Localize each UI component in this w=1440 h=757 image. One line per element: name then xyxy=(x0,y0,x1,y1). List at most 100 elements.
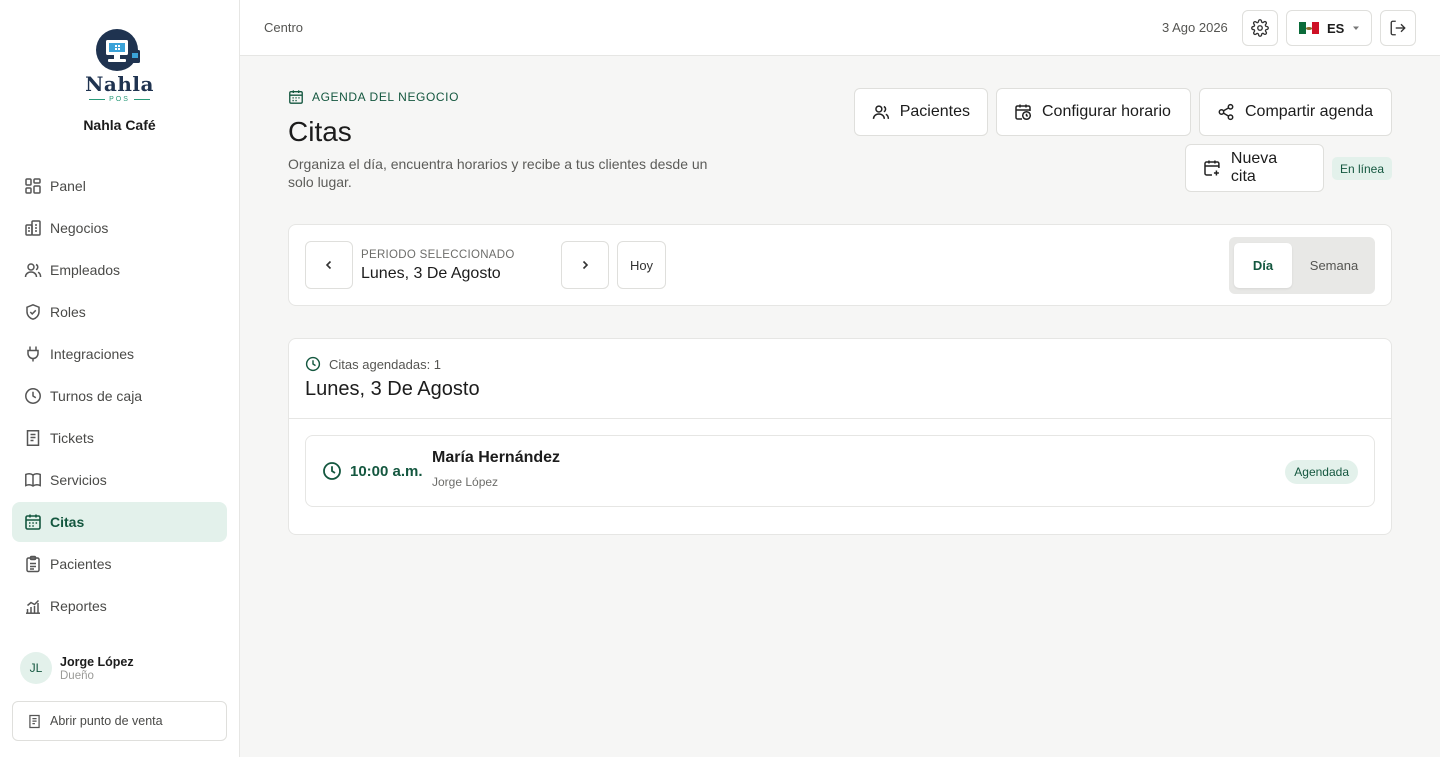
configure-schedule-button[interactable]: Configurar horario xyxy=(996,88,1191,136)
next-period-button[interactable] xyxy=(561,241,609,289)
sidebar-item-integraciones[interactable]: Integraciones xyxy=(12,334,227,374)
sidebar-item-label: Turnos de caja xyxy=(50,388,143,404)
sidebar-item-label: Reportes xyxy=(50,598,107,614)
logo-sub: POS xyxy=(89,96,150,103)
page-title: Citas xyxy=(288,116,352,147)
clock-icon xyxy=(305,356,321,372)
sidebar-item-pacientes[interactable]: Pacientes xyxy=(12,544,227,584)
topbar: Centro 3 Ago 2026 ES xyxy=(240,0,1440,56)
online-status-badge: En línea xyxy=(1332,157,1393,180)
open-pos-label: Abrir punto de venta xyxy=(50,714,163,728)
logo[interactable]: Nahla POS xyxy=(0,28,239,103)
user-name: Jorge López xyxy=(60,654,134,669)
view-week-option[interactable]: Semana xyxy=(1297,243,1371,288)
plug-icon xyxy=(27,346,39,362)
mexico-flag-icon xyxy=(1299,22,1320,34)
appointment-time: 10:00 a.m. xyxy=(350,463,423,480)
status-badge: Agendada xyxy=(1285,460,1358,484)
logout-button[interactable] xyxy=(1380,10,1416,46)
clock-icon xyxy=(25,388,41,404)
sidebar-item-label: Pacientes xyxy=(50,556,112,572)
share-agenda-button[interactable]: Compartir agenda xyxy=(1199,88,1392,136)
language-code: ES xyxy=(1327,20,1345,36)
page-subtitle: Organiza el día, encuentra horarios y re… xyxy=(288,156,708,190)
sidebar-item-citas[interactable]: Citas xyxy=(12,502,227,542)
current-date: 3 Ago 2026 xyxy=(1162,20,1228,35)
chevron-right-icon xyxy=(582,260,589,270)
patients-button[interactable]: Pacientes xyxy=(854,88,988,136)
sidebar-item-label: Roles xyxy=(50,304,86,320)
logo-rule-left xyxy=(89,99,106,100)
caret-down-icon xyxy=(1353,26,1360,30)
section-eyebrow: AGENDA DEL NEGOCIO xyxy=(288,89,459,105)
receipt-icon xyxy=(29,714,40,728)
previous-period-button[interactable] xyxy=(305,241,353,289)
sidebar-item-turnos-de-caja[interactable]: Turnos de caja xyxy=(12,376,227,416)
share-agenda-label: Compartir agenda xyxy=(1245,103,1374,120)
sidebar-nav: Panel Negocios Empleados Roles Integraci… xyxy=(12,166,227,628)
new-appointment-label: Nueva cita xyxy=(1230,150,1278,185)
today-button[interactable]: Hoy xyxy=(617,241,666,289)
calendar-clock-icon xyxy=(1015,104,1032,121)
logo-sub-text: POS xyxy=(109,96,130,103)
sidebar-item-roles[interactable]: Roles xyxy=(12,292,227,332)
user-profile[interactable]: JL Jorge López Dueño xyxy=(20,652,134,684)
sidebar-item-label: Panel xyxy=(50,178,86,194)
sidebar-item-empleados[interactable]: Empleados xyxy=(12,250,227,290)
building-icon xyxy=(25,220,41,236)
receipt-icon xyxy=(26,430,40,446)
sidebar-item-tickets[interactable]: Tickets xyxy=(12,418,227,458)
sidebar-item-panel[interactable]: Panel xyxy=(12,166,227,206)
sidebar-item-label: Tickets xyxy=(50,430,94,446)
dashboard-icon xyxy=(25,178,41,194)
settings-button[interactable] xyxy=(1242,10,1278,46)
sidebar-item-label: Empleados xyxy=(50,262,121,278)
logo-rule-right xyxy=(133,99,150,100)
appointment-client: María Hernández xyxy=(432,449,561,466)
view-day-option[interactable]: Día xyxy=(1234,243,1292,288)
book-icon xyxy=(25,473,41,487)
appointments-day-title: Lunes, 3 De Agosto xyxy=(305,378,480,400)
breadcrumb[interactable]: Centro xyxy=(264,20,303,35)
logout-icon xyxy=(1390,20,1406,36)
avatar: JL xyxy=(20,652,52,684)
sidebar-item-label: Negocios xyxy=(50,220,109,236)
user-role: Dueño xyxy=(60,669,94,682)
language-selector[interactable]: ES xyxy=(1286,10,1372,46)
gear-icon xyxy=(1251,19,1269,37)
business-name: Nahla Café xyxy=(83,117,156,133)
configure-schedule-label: Configurar horario xyxy=(1042,103,1171,120)
calendar-icon xyxy=(25,514,41,530)
new-appointment-button[interactable]: Nueva cita xyxy=(1185,144,1324,192)
chart-icon xyxy=(26,599,40,614)
appointments-count-text: Citas agendadas: 1 xyxy=(329,356,442,372)
flag-stripe-white xyxy=(1305,22,1313,34)
calendar-plus-icon xyxy=(1204,160,1220,176)
open-pos-button[interactable]: Abrir punto de venta xyxy=(12,701,227,741)
users-icon xyxy=(872,105,890,119)
sidebar-item-label: Citas xyxy=(50,514,85,530)
appointments-header: Citas agendadas: 1 Lunes, 3 De Agosto xyxy=(289,339,1391,419)
appointments-count: Citas agendadas: 1 xyxy=(305,356,441,372)
sidebar-item-label: Integraciones xyxy=(50,346,135,362)
flag-stripe-red xyxy=(1312,22,1320,34)
appointments-list: Citas agendadas: 1 Lunes, 3 De Agosto 10… xyxy=(288,338,1392,535)
view-toggle: Día Semana xyxy=(1229,237,1375,294)
sidebar: Nahla POS Nahla Café Panel Negocios Empl… xyxy=(0,0,240,757)
flag-stripe-green xyxy=(1299,22,1306,34)
sidebar-item-reportes[interactable]: Reportes xyxy=(12,586,227,626)
eyebrow-label: AGENDA DEL NEGOCIO xyxy=(312,90,460,104)
clipboard-icon xyxy=(26,555,40,573)
appointment-row[interactable]: 10:00 a.m. María Hernández Jorge López A… xyxy=(305,435,1375,507)
period-value: Lunes, 3 De Agosto xyxy=(361,265,501,282)
appointment-staff: Jorge López xyxy=(432,475,499,489)
flag-emblem xyxy=(1305,26,1313,30)
sidebar-item-servicios[interactable]: Servicios xyxy=(12,460,227,500)
calendar-icon xyxy=(289,90,303,104)
sidebar-item-label: Servicios xyxy=(50,472,107,488)
sidebar-item-negocios[interactable]: Negocios xyxy=(12,208,227,248)
chevron-left-icon xyxy=(325,260,332,270)
users-icon xyxy=(24,263,42,278)
period-label: PERIODO SELECCIONADO xyxy=(361,249,515,261)
share-icon xyxy=(1218,103,1234,121)
